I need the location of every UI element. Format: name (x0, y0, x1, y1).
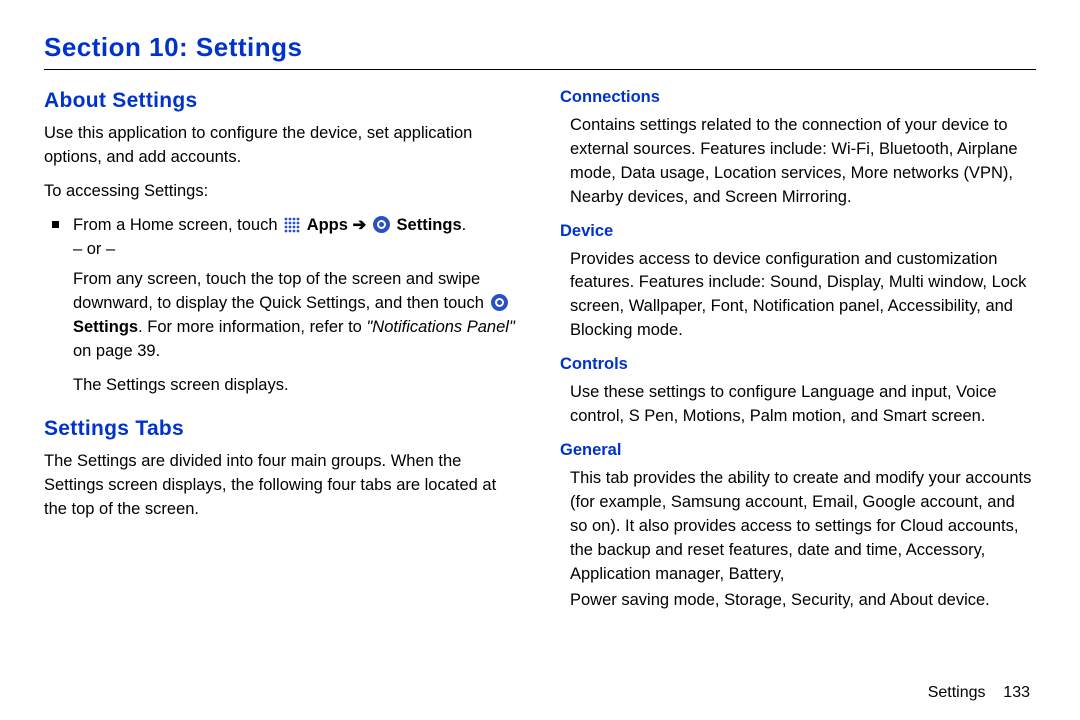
footer-page-number: 133 (1003, 684, 1030, 701)
period: . (462, 216, 467, 234)
page-footer: Settings 133 (928, 684, 1030, 702)
general-desc-2: Power saving mode, Storage, Security, an… (560, 589, 1036, 613)
to-accessing: To accessing Settings: (44, 180, 520, 204)
arrow-icon: ➔ (353, 216, 371, 234)
ref-italic: "Notifications Panel" (366, 318, 514, 336)
controls-desc: Use these settings to configure Language… (560, 381, 1036, 429)
connections-heading: Connections (560, 86, 1036, 110)
bullet-icon (52, 221, 59, 228)
settings-tabs-desc: The Settings are divided into four main … (44, 450, 520, 522)
screen-displays: The Settings screen displays. (73, 374, 520, 398)
settings-label: Settings (397, 216, 462, 234)
settings-gear-icon (491, 294, 508, 311)
section-title: Section 10: Settings (44, 32, 1036, 63)
ref-tail: on page 39. (73, 342, 160, 360)
about-settings-desc: Use this application to configure the de… (44, 122, 520, 170)
right-column: Connections Contains settings related to… (560, 80, 1036, 622)
controls-heading: Controls (560, 353, 1036, 377)
general-heading: General (560, 439, 1036, 463)
settings-tabs-heading: Settings Tabs (44, 414, 520, 444)
footer-label: Settings (928, 684, 986, 701)
bullet-item: From a Home screen, touch Apps ➔ Setting… (44, 214, 520, 407)
from-home-line: From a Home screen, touch Apps ➔ Setting… (73, 214, 520, 238)
text-post: . For more information, refer to (138, 318, 362, 336)
settings-gear-icon (373, 216, 390, 233)
divider (44, 69, 1036, 70)
left-column: About Settings Use this application to c… (44, 80, 520, 622)
connections-desc: Contains settings related to the connect… (560, 114, 1036, 210)
about-settings-heading: About Settings (44, 86, 520, 116)
text-pre: From a Home screen, touch (73, 216, 278, 234)
from-any-screen-line: From any screen, touch the top of the sc… (73, 268, 520, 364)
device-desc: Provides access to device configuration … (560, 248, 1036, 344)
apps-label: Apps (307, 216, 348, 234)
general-desc-1: This tab provides the ability to create … (560, 467, 1036, 587)
or-line: – or – (73, 238, 520, 262)
settings-label-2: Settings (73, 318, 138, 336)
device-heading: Device (560, 220, 1036, 244)
text-pre2: From any screen, touch the top of the sc… (73, 270, 484, 312)
apps-grid-icon (284, 217, 300, 233)
two-column-layout: About Settings Use this application to c… (44, 80, 1036, 622)
